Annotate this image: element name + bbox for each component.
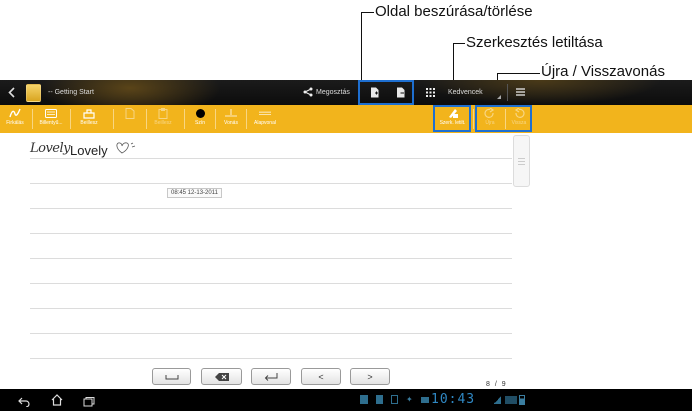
callout-insert-delete-page: Oldal beszúrása/törlése xyxy=(375,3,533,20)
tool-scribble[interactable]: Firkálás xyxy=(4,107,26,131)
tool-label: Szín xyxy=(194,120,205,126)
doc-status-icon xyxy=(376,395,383,404)
baseline-icon xyxy=(259,107,271,119)
heart-doodle-icon xyxy=(114,141,136,160)
clock[interactable]: 10:43 xyxy=(431,392,475,407)
toolbar-divider xyxy=(184,109,185,129)
leader-line xyxy=(361,12,362,80)
tool-label: Vonás xyxy=(224,120,238,126)
enter-key[interactable] xyxy=(251,368,291,385)
tool-label: Billentyű... xyxy=(39,120,63,126)
notebook-thumbnail[interactable] xyxy=(24,80,42,105)
sync-status-icon: ✦ xyxy=(406,395,413,404)
page-total: 9 xyxy=(501,381,506,388)
cursor-left-key[interactable]: < xyxy=(301,368,341,385)
page-rule-line xyxy=(30,258,512,259)
back-icon[interactable] xyxy=(5,80,17,105)
gallery-status-icon xyxy=(360,395,368,404)
back-nav-icon[interactable] xyxy=(18,394,30,411)
toolbar-divider xyxy=(70,109,71,129)
page-rule-line xyxy=(30,183,512,184)
tool-label: Firkálás xyxy=(6,120,24,126)
page-current: 8 xyxy=(486,381,490,388)
note-page[interactable]: Lovely Lovely 08:45 12-13-2011 xyxy=(0,133,692,389)
tool-insert[interactable]: Beillesz xyxy=(77,107,101,131)
signal-status-icon xyxy=(505,396,517,404)
callout-disable-edit: Szerkesztés letiltása xyxy=(466,34,603,51)
toolbar-divider xyxy=(473,109,474,129)
toolbar-divider xyxy=(113,109,114,129)
handwritten-word: Lovely xyxy=(30,141,71,156)
share-button[interactable]: Megosztás xyxy=(303,80,350,105)
highlight-insert-delete xyxy=(358,80,414,105)
tool-label: Alapvonal xyxy=(254,120,276,126)
wifi-status-icon xyxy=(494,396,501,404)
backspace-key-icon xyxy=(214,372,229,381)
color-dot-icon xyxy=(194,107,206,119)
stroke-icon xyxy=(225,107,237,119)
highlight-redo-undo xyxy=(475,105,532,132)
tool-baseline[interactable]: Alapvonal xyxy=(250,107,280,131)
grid-icon xyxy=(425,88,435,97)
tool-keyboard[interactable]: Billentyű... xyxy=(38,107,64,131)
keyboard-icon xyxy=(45,107,57,119)
insert-icon xyxy=(83,107,95,119)
page-counter: 8 / 9 xyxy=(486,381,506,388)
space-key[interactable] xyxy=(152,368,191,385)
page-rule-line xyxy=(30,358,512,359)
home-nav-icon[interactable] xyxy=(51,393,63,411)
highlight-disable-edit xyxy=(433,105,471,132)
tool-label: Beillesz xyxy=(154,120,172,126)
overflow-menu-icon xyxy=(515,88,525,96)
page-rule-line xyxy=(30,283,512,284)
page-separator: / xyxy=(494,381,497,388)
favorites-label: Kedvencek xyxy=(448,89,483,96)
page-rule-line xyxy=(30,333,512,334)
cursor-right-key[interactable]: > xyxy=(350,368,390,385)
topbar-divider xyxy=(507,84,508,101)
toolbar-divider xyxy=(246,109,247,129)
action-bar: -- Getting Start Megosztás Kedvencek xyxy=(0,80,692,105)
toolbar-divider xyxy=(215,109,216,129)
system-nav-bar: ✦ 10:43 xyxy=(0,389,692,411)
share-label: Megosztás xyxy=(316,89,350,96)
recent-apps-icon[interactable] xyxy=(83,394,95,411)
mail-status-icon xyxy=(421,397,429,403)
grid-view-button[interactable] xyxy=(424,80,436,105)
tool-stroke[interactable]: Vonás xyxy=(220,107,242,131)
leader-line xyxy=(361,12,374,13)
favorites-dropdown[interactable]: Kedvencek xyxy=(448,80,501,105)
status-notification-icons: ✦ xyxy=(360,395,429,404)
page-rule-line xyxy=(30,158,512,159)
tool-cut[interactable] xyxy=(119,107,141,131)
note-toolbar: Firkálás Billentyű... Beillesz Beillesz … xyxy=(0,105,692,133)
callout-redo-undo: Újra / Visszavonás xyxy=(541,63,665,80)
tool-label: Beillesz xyxy=(80,120,98,126)
toolbar-divider xyxy=(146,109,147,129)
paste-icon xyxy=(157,107,169,119)
timestamp-box: 08:45 12-13-2011 xyxy=(167,188,222,198)
usb-status-icon xyxy=(391,395,398,404)
leader-line xyxy=(497,73,540,74)
enter-key-icon xyxy=(264,372,278,381)
space-key-icon xyxy=(165,374,178,379)
scrollbar-thumb[interactable] xyxy=(513,135,530,187)
tool-color[interactable]: Szín xyxy=(190,107,210,131)
overflow-menu-button[interactable] xyxy=(514,80,526,105)
backspace-key[interactable] xyxy=(201,368,242,385)
page-rule-line xyxy=(30,208,512,209)
screenshot-stage: Oldal beszúrása/törlése Szerkesztés leti… xyxy=(0,0,692,411)
battery-status-icon xyxy=(519,395,525,405)
page-rule-line xyxy=(30,308,512,309)
leader-line xyxy=(453,43,465,44)
scribble-icon xyxy=(9,107,21,119)
dropdown-corner-icon xyxy=(496,94,501,99)
tool-paste[interactable]: Beillesz xyxy=(151,107,175,131)
toolbar-divider xyxy=(32,109,33,129)
page-rule-line xyxy=(30,233,512,234)
typed-text: Lovely xyxy=(70,143,108,158)
share-icon xyxy=(303,87,313,99)
notebook-title[interactable]: -- Getting Start xyxy=(48,80,94,105)
cut-icon xyxy=(124,107,136,119)
